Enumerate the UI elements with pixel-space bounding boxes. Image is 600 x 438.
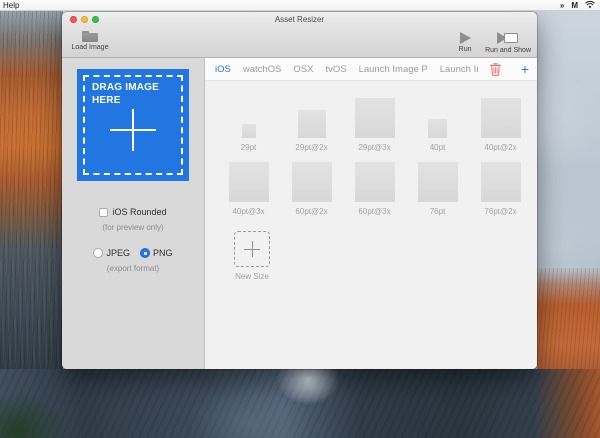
size-thumbnail — [354, 98, 395, 138]
size-label: 40pt@3x — [232, 207, 265, 216]
dropzone-dashed-border: DRAG IMAGE HERE — [83, 75, 183, 175]
jpeg-radio[interactable] — [93, 248, 104, 258]
plus-cross-icon — [110, 109, 156, 151]
options-block: iOS Rounded (for preview only) JPEG PNG — [62, 207, 204, 273]
wallpaper-rocks-bottom — [0, 369, 600, 438]
minimize-button[interactable] — [81, 16, 88, 23]
size-label: 29pt@3x — [358, 143, 391, 152]
size-thumbnail — [428, 119, 447, 138]
size-thumbnail — [480, 162, 521, 202]
traffic-lights — [70, 16, 99, 23]
png-radio[interactable] — [140, 248, 150, 258]
size-cell-40pt@3x[interactable]: 40pt@3x — [217, 153, 280, 217]
drag-image-dropzone[interactable]: DRAG IMAGE HERE — [77, 69, 189, 181]
size-label: 76pt@2x — [484, 207, 517, 216]
size-label: 60pt@2x — [295, 207, 328, 216]
size-grid: 29pt 29pt@2x 29pt@3x 40pt 40pt@2x 40pt@3x 60pt… — [205, 81, 537, 217]
size-cell-29pt[interactable]: 29pt — [217, 89, 280, 153]
size-thumbnail — [291, 162, 332, 202]
export-caption: (export format) — [106, 264, 160, 273]
size-thumbnail — [228, 162, 269, 202]
play-window-icon — [497, 32, 519, 45]
trash-icon — [489, 62, 501, 76]
tab-bar: iOS watchOS OSX tvOS Launch Image P Launch Im… — [205, 58, 537, 81]
preview-caption: (for preview only) — [102, 223, 164, 232]
size-thumbnail — [417, 162, 458, 202]
run-button[interactable]: Run — [445, 28, 485, 57]
menu-bar-status-area: » M — [560, 0, 600, 11]
toolbar-right-group: Run Run and Show — [445, 28, 531, 57]
app-window: Asset Resizer Load Image Run Run and Sho… — [62, 12, 537, 369]
ios-rounded-label: iOS Rounded — [112, 207, 167, 217]
ios-rounded-checkbox[interactable] — [99, 207, 109, 217]
size-cell-29pt@2x[interactable]: 29pt@2x — [280, 89, 343, 153]
tab-launch-ima[interactable]: Launch Ima — [440, 64, 478, 75]
size-cell-29pt@3x[interactable]: 29pt@3x — [343, 89, 406, 153]
tab-tvos[interactable]: tvOS — [325, 64, 346, 75]
system-menu-bar: Help » M — [0, 0, 600, 11]
tab-osx[interactable]: OSX — [293, 64, 313, 75]
window-content: DRAG IMAGE HERE iOS Rounded (for preview… — [62, 58, 537, 369]
size-cell-40pt@2x[interactable]: 40pt@2x — [469, 89, 532, 153]
m-status-icon[interactable]: M — [571, 0, 578, 11]
plus-icon: + — [520, 61, 529, 77]
wifi-icon[interactable] — [585, 1, 595, 9]
play-icon — [459, 32, 471, 44]
delete-tab-button[interactable] — [489, 62, 501, 76]
title-bar[interactable]: Asset Resizer — [62, 12, 537, 28]
jpeg-label: JPEG — [106, 248, 130, 258]
main-panel: iOS watchOS OSX tvOS Launch Image P Launch Im… — [205, 58, 537, 369]
close-button[interactable] — [70, 16, 77, 23]
size-grid-row: 40pt@3x 60pt@2x 60pt@3x 76pt 76pt@2x — [217, 153, 537, 217]
size-cell-60pt@3x[interactable]: 60pt@3x — [343, 153, 406, 217]
size-thumbnail — [297, 110, 326, 138]
load-image-label: Load Image — [71, 44, 109, 51]
overflow-chevrons-icon[interactable]: » — [560, 0, 564, 11]
size-label: 40pt@2x — [484, 143, 517, 152]
tab-launch-image-p[interactable]: Launch Image P — [359, 64, 428, 75]
ios-rounded-option[interactable]: iOS Rounded — [62, 207, 204, 217]
png-label: PNG — [153, 248, 173, 258]
size-cell-60pt@2x[interactable]: 60pt@2x — [280, 153, 343, 217]
size-thumbnail — [354, 162, 395, 202]
jpeg-option[interactable]: JPEG — [93, 248, 130, 258]
zoom-button[interactable] — [92, 16, 99, 23]
size-label: 40pt — [429, 143, 446, 152]
dropzone-label-line1: DRAG IMAGE — [92, 82, 159, 93]
size-thumbnail — [241, 124, 256, 138]
export-format-options: JPEG PNG — [62, 248, 204, 258]
sidebar: DRAG IMAGE HERE iOS Rounded (for preview… — [62, 58, 205, 369]
new-size-plus-icon — [234, 231, 270, 267]
dropzone-label-line2: HERE — [92, 94, 121, 106]
tab-ios[interactable]: iOS — [215, 64, 231, 75]
size-cell-40pt[interactable]: 40pt — [406, 89, 469, 153]
size-label: 76pt — [429, 207, 446, 216]
new-size-button[interactable]: New Size — [227, 231, 277, 281]
tab-list: iOS watchOS OSX tvOS Launch Image P Launch Im… — [215, 64, 478, 75]
run-label: Run — [458, 46, 472, 53]
screen: Help » M Asset Resizer Load Image Run Ru… — [0, 0, 600, 438]
tab-watchos[interactable]: watchOS — [243, 64, 282, 75]
folder-icon — [82, 31, 98, 42]
run-and-show-button[interactable]: Run and Show — [485, 28, 531, 57]
size-cell-76pt@2x[interactable]: 76pt@2x — [469, 153, 532, 217]
size-label: 60pt@3x — [358, 207, 391, 216]
size-thumbnail — [480, 98, 521, 138]
toolbar: Load Image Run Run and Show — [62, 28, 537, 58]
size-label: 29pt — [240, 143, 257, 152]
dropzone-label: DRAG IMAGE HERE — [92, 82, 174, 107]
load-image-button[interactable]: Load Image — [70, 28, 110, 57]
size-grid-row: 29pt 29pt@2x 29pt@3x 40pt 40pt@2x — [217, 89, 537, 153]
menu-item-help[interactable]: Help — [0, 1, 19, 10]
add-tab-button[interactable]: + — [521, 62, 529, 76]
window-title: Asset Resizer — [274, 15, 325, 24]
size-label: 29pt@2x — [295, 143, 328, 152]
size-cell-76pt[interactable]: 76pt — [406, 153, 469, 217]
run-and-show-label: Run and Show — [485, 47, 531, 54]
png-option[interactable]: PNG — [140, 248, 173, 258]
new-size-label: New Size — [235, 272, 269, 281]
